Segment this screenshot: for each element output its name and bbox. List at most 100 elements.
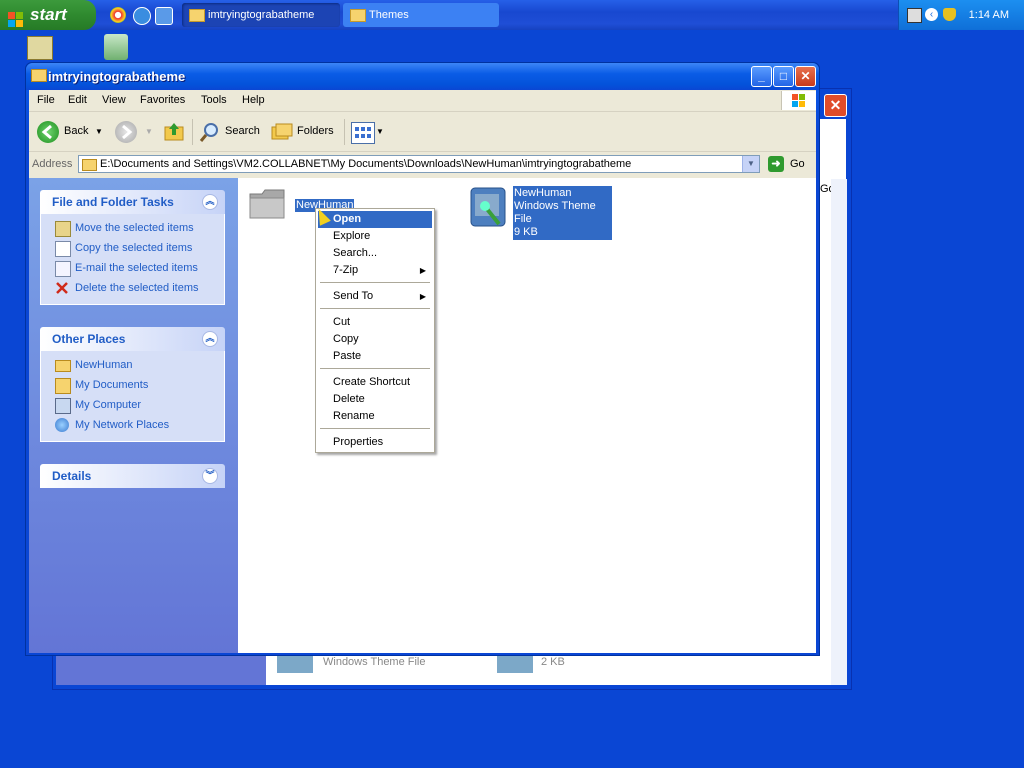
address-label: Address	[32, 158, 73, 170]
place-my-network[interactable]: My Network Places	[41, 415, 224, 435]
taskbar-task-themes[interactable]: Themes	[343, 3, 499, 27]
menu-view[interactable]: View	[102, 90, 126, 111]
back-dropdown-icon[interactable]: ▼	[95, 112, 103, 151]
submenu-arrow-icon: ▶	[419, 266, 426, 275]
chevron-left-icon[interactable]: ‹	[925, 8, 938, 21]
close-button[interactable]: ✕	[795, 66, 816, 87]
recycle-bin-icon[interactable]	[104, 34, 128, 60]
go-button[interactable]: Go	[790, 152, 805, 177]
panel-title: File and Folder Tasks	[52, 195, 174, 209]
folders-icon[interactable]	[271, 122, 293, 142]
menu-item-explore[interactable]: Explore	[318, 228, 432, 245]
title-bar[interactable]: imtryingtograbatheme _ □ ✕	[26, 63, 819, 90]
back-button[interactable]: Back	[64, 112, 88, 151]
task-label: Copy the selected items	[75, 242, 193, 254]
system-tray: ‹ 1:14 AM	[898, 0, 1024, 30]
menu-help[interactable]: Help	[242, 90, 265, 111]
menu-edit[interactable]: Edit	[68, 90, 87, 111]
toolbar-separator	[344, 119, 345, 145]
scrollbar[interactable]	[831, 179, 847, 685]
menu-item-label: 7-Zip	[333, 264, 359, 276]
minimize-button[interactable]: _	[751, 66, 772, 87]
move-icon	[55, 221, 71, 237]
menu-tools[interactable]: Tools	[201, 90, 227, 111]
menu-item-create-shortcut[interactable]: Create Shortcut	[318, 374, 432, 391]
back-arrow-icon[interactable]	[37, 121, 59, 143]
folder-icon	[350, 9, 366, 22]
place-label: My Computer	[75, 399, 142, 411]
folders-button[interactable]: Folders	[297, 112, 334, 151]
toolbar-separator	[192, 119, 193, 145]
menu-item-cut[interactable]: Cut	[318, 314, 432, 331]
start-label: start	[30, 5, 67, 24]
menu-favorites[interactable]: Favorites	[140, 90, 185, 111]
task-pane: File and Folder Tasks ︽ Move the selecte…	[29, 178, 238, 653]
menu-file[interactable]: File	[37, 90, 55, 111]
quick-launch-icon[interactable]	[155, 7, 173, 25]
address-input[interactable]: E:\Documents and Settings\VM2.COLLABNET\…	[78, 155, 760, 173]
panel-header[interactable]: Other Places ︽	[40, 327, 225, 351]
up-folder-icon[interactable]	[163, 120, 185, 142]
menu-item-properties[interactable]: Properties	[318, 434, 432, 451]
menu-item-open[interactable]: Open	[318, 211, 432, 228]
email-icon	[55, 261, 71, 277]
windows-flag-icon	[8, 8, 24, 27]
menu-item-send-to[interactable]: Send To ▶	[318, 288, 432, 305]
go-arrow-icon[interactable]: ➜	[768, 156, 784, 172]
file-type-label: Windows Theme File	[323, 656, 426, 668]
details-panel: Details ︾	[40, 464, 225, 488]
clock[interactable]: 1:14 AM	[969, 0, 1009, 30]
forward-arrow-icon[interactable]	[115, 121, 137, 143]
close-icon[interactable]: ✕	[824, 94, 847, 117]
standard-toolbar: Back ▼ ▼ Search Folders ▼	[29, 112, 816, 152]
menu-item-delete[interactable]: Delete	[318, 391, 432, 408]
views-icon[interactable]	[351, 122, 375, 144]
task-label: Delete the selected items	[75, 282, 199, 294]
panel-header[interactable]: File and Folder Tasks ︽	[40, 190, 225, 214]
task-copy[interactable]: Copy the selected items	[41, 238, 224, 258]
theme-file-icon[interactable]	[469, 186, 509, 230]
place-my-documents[interactable]: My Documents	[41, 375, 224, 395]
windows-logo-icon	[781, 91, 816, 110]
task-label: E-mail the selected items	[75, 262, 198, 274]
my-documents-icon	[55, 378, 71, 394]
taskbar-task-imtryingtograbatheme[interactable]: imtryingtograbatheme	[182, 3, 340, 27]
menu-item-paste[interactable]: Paste	[318, 348, 432, 365]
panel-header[interactable]: Details ︾	[40, 464, 225, 488]
place-label: NewHuman	[75, 359, 133, 371]
menu-item-rename[interactable]: Rename	[318, 408, 432, 425]
search-icon[interactable]	[199, 121, 221, 143]
menu-item-copy[interactable]: Copy	[318, 331, 432, 348]
desktop-icon-certificate[interactable]	[27, 36, 53, 60]
menu-item-7zip[interactable]: 7-Zip ▶	[318, 262, 432, 279]
theme-file-type: Windows Theme File	[514, 200, 596, 225]
folder-icon[interactable]	[248, 188, 286, 220]
panel-title: Details	[52, 469, 92, 483]
task-email[interactable]: E-mail the selected items	[41, 258, 224, 278]
menu-item-search[interactable]: Search...	[318, 245, 432, 262]
chevron-up-icon[interactable]: ︽	[202, 194, 218, 210]
task-delete[interactable]: Delete the selected items	[41, 278, 224, 298]
place-label: My Network Places	[75, 419, 170, 431]
context-menu: Open Explore Search... 7-Zip ▶ Send To ▶ C…	[315, 208, 435, 453]
place-my-computer[interactable]: My Computer	[41, 395, 224, 415]
theme-file-name: NewHuman	[514, 187, 572, 199]
theme-file-details[interactable]: NewHuman Windows Theme File 9 KB	[513, 186, 612, 240]
task-label: Move the selected items	[75, 222, 194, 234]
chevron-down-icon[interactable]: ︾	[202, 468, 218, 484]
task-label: imtryingtograbatheme	[208, 9, 315, 21]
maximize-button[interactable]: □	[773, 66, 794, 87]
chevron-up-icon[interactable]: ︽	[202, 331, 218, 347]
forward-dropdown-icon[interactable]: ▼	[145, 112, 153, 151]
shield-icon[interactable]	[943, 8, 956, 21]
keyboard-icon[interactable]	[907, 8, 922, 23]
start-button[interactable]: start	[0, 0, 96, 30]
chrome-icon[interactable]	[110, 7, 126, 23]
chevron-down-icon[interactable]: ▼	[742, 156, 759, 172]
search-button[interactable]: Search	[225, 112, 260, 151]
file-size-label: 2 KB	[541, 656, 565, 668]
internet-explorer-icon[interactable]	[133, 7, 151, 25]
place-newhuman[interactable]: NewHuman	[41, 355, 224, 375]
views-dropdown-icon[interactable]: ▼	[376, 112, 384, 151]
task-move[interactable]: Move the selected items	[41, 218, 224, 238]
